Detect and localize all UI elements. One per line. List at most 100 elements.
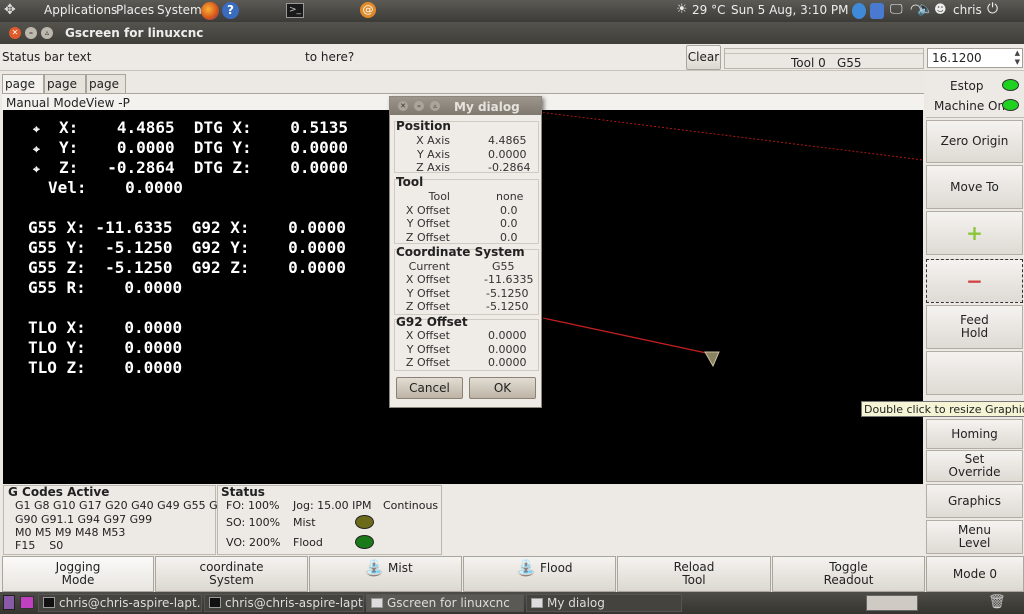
update-icon[interactable] (870, 3, 884, 19)
decrease-button[interactable]: − (926, 259, 1023, 303)
dro-x-text: X: 4.4865 DTG X: 0.5135 (59, 118, 349, 137)
taskbar-item-my-dialog[interactable]: My dialog (526, 594, 682, 612)
dro-g55-z: G55 Z: -5.1250 G92 Z: 0.0000 (28, 258, 346, 277)
g92-y-offset-value: 0.0000 (488, 343, 527, 356)
bottom-panel-filler (443, 485, 924, 555)
taskbar-item-gscreen[interactable]: Gscreen for linuxcnc (366, 594, 524, 612)
blank-button[interactable] (926, 351, 1023, 395)
minimize-icon[interactable]: – (414, 101, 424, 111)
flood-button[interactable]: ⛲ Flood (463, 556, 616, 592)
menu-system[interactable]: System (157, 3, 202, 17)
status-to-here: to here? (305, 50, 355, 64)
flood-button-label: Flood (540, 561, 573, 575)
zero-origin-button[interactable]: Zero Origin (926, 120, 1023, 163)
coordinate-system-button[interactable]: coordinate System (155, 556, 308, 592)
weather-temp[interactable]: 29 °C (692, 3, 725, 17)
feed-hold-button[interactable]: Feed Hold (926, 305, 1023, 349)
dro-row-x: ⌖ X: 4.4865 DTG X: 0.5135 (33, 118, 348, 137)
estop-indicator (1002, 79, 1019, 91)
menu-places[interactable]: Places (116, 3, 154, 17)
mist-indicator (355, 515, 374, 529)
spin-arrows-icon[interactable]: ▲ ▼ (1015, 49, 1020, 67)
volume-icon[interactable]: 🔈 (917, 2, 933, 17)
tab-page-1[interactable]: page 1 (2, 74, 44, 105)
dialog-title: My dialog (454, 100, 520, 114)
g92-offset-title: G92 Offset (396, 315, 468, 329)
coord-y-offset-label: Y Offset (406, 287, 450, 300)
mode-0-button[interactable]: Mode 0 (926, 556, 1024, 592)
system-label: G55 (837, 56, 862, 70)
graphics-button[interactable]: Graphics (926, 484, 1023, 518)
move-to-button[interactable]: Move To (926, 165, 1023, 209)
increase-button[interactable]: + (926, 211, 1023, 255)
dro-g55-y: G55 Y: -5.1250 G92 Y: 0.0000 (28, 238, 346, 257)
menu-level-button[interactable]: Menu Level (926, 520, 1023, 554)
dro-y-text: Y: 0.0000 DTG Y: 0.0000 (59, 138, 349, 157)
gcodes-line-1: G1 G8 G10 G17 G20 G40 G49 G55 G64 (15, 499, 232, 512)
firefox-icon[interactable] (201, 2, 219, 20)
display-icon[interactable]: 🖵 (890, 2, 903, 17)
launcher-icon[interactable]: @ (360, 2, 376, 18)
set-override-button[interactable]: Set Override (926, 450, 1023, 482)
maximize-icon[interactable]: ▵ (430, 101, 440, 111)
tool-x-offset-value: 0.0 (500, 204, 518, 217)
help-icon[interactable]: ? (222, 2, 239, 19)
jogging-mode-button[interactable]: Jogging Mode (2, 556, 154, 592)
current-system-label: Current (408, 260, 450, 273)
reload-tool-button[interactable]: Reload Tool (617, 556, 771, 592)
y-axis-label: Y Axis (416, 148, 450, 161)
trash-icon[interactable]: 🗑 (988, 594, 1006, 610)
workspace-switcher[interactable] (866, 595, 918, 611)
view-label: View -P (86, 96, 130, 110)
workspace-icon[interactable] (20, 596, 34, 609)
mist-label: Mist (293, 516, 316, 529)
gcodes-line-3: M0 M5 M9 M48 M53 (15, 526, 126, 539)
tool-z-offset-value: 0.0 (500, 231, 518, 244)
clear-button[interactable]: Clear (686, 45, 721, 70)
ubuntu-logo-icon[interactable]: ✥ (4, 2, 20, 18)
taskbar: chris@chris-aspire-lapt... chris@chris-a… (0, 592, 1024, 614)
maximize-icon[interactable]: ▵ (41, 27, 53, 39)
user-name[interactable]: chris (953, 3, 982, 17)
graphics-tooltip: Double click to resize Graphics (861, 401, 1024, 417)
x-axis-label: X Axis (416, 134, 450, 147)
tool-info-bar: Tool 0 G55 (724, 48, 924, 70)
cancel-button[interactable]: Cancel (396, 377, 463, 399)
minimize-icon[interactable]: – (25, 27, 37, 39)
coord-z-offset-value: -5.1250 (486, 300, 529, 313)
dro-g55-x: G55 X: -11.6335 G92 X: 0.0000 (28, 218, 346, 237)
taskbar-item-terminal-1[interactable]: chris@chris-aspire-lapt... (38, 594, 202, 612)
clock[interactable]: Sun 5 Aug, 3:10 PM (731, 3, 849, 17)
homing-button[interactable]: Homing (926, 419, 1023, 449)
network-manager-icon[interactable] (852, 3, 866, 19)
menu-applications[interactable]: Applications (44, 3, 117, 17)
dro-row-z: ⌖ Z: -0.2864 DTG Z: 0.0000 (33, 158, 348, 177)
window-icon (371, 598, 383, 608)
g92-x-offset-value: 0.0000 (488, 329, 527, 342)
show-desktop-icon[interactable] (3, 595, 15, 610)
ok-button[interactable]: OK (469, 377, 536, 399)
window-titlebar[interactable]: ✕ – ▵ Gscreen for linuxcnc (0, 22, 1024, 44)
jog-rate-text: Jog: 15.00 IPM (293, 499, 372, 512)
power-icon[interactable]: ⏻ (987, 1, 998, 17)
tab-page-2[interactable]: page 2 (44, 74, 86, 105)
close-icon[interactable]: ✕ (398, 101, 408, 111)
dro-g55-r: G55 R: 0.0000 (28, 278, 183, 297)
dro-tlo-y: TLO Y: 0.0000 (28, 338, 183, 357)
tool-label: Tool 0 (791, 56, 826, 70)
dialog-titlebar[interactable]: ✕ – ▵ My dialog (390, 97, 541, 115)
coord-x-offset-value: -11.6335 (484, 273, 534, 286)
tool-title: Tool (396, 175, 424, 189)
z-axis-label: Z Axis (416, 161, 450, 174)
taskbar-item-terminal-2[interactable]: chris@chris-aspire-lapt... (204, 594, 364, 612)
value-spinbox[interactable]: 16.1200 ▲ ▼ (927, 48, 1023, 68)
close-icon[interactable]: ✕ (9, 27, 21, 39)
coordinate-system-title: Coordinate System (396, 245, 525, 259)
tool-y-offset-value: 0.0 (500, 217, 518, 230)
terminal-icon[interactable]: >_ (286, 3, 304, 18)
toggle-readout-button[interactable]: Toggle Readout (772, 556, 925, 592)
tool-x-offset-label: X Offset (405, 204, 450, 217)
machine-on-indicator (1002, 99, 1019, 111)
mist-button[interactable]: ⛲ Mist (309, 556, 462, 592)
tab-page-3[interactable]: page 3 (86, 74, 126, 105)
